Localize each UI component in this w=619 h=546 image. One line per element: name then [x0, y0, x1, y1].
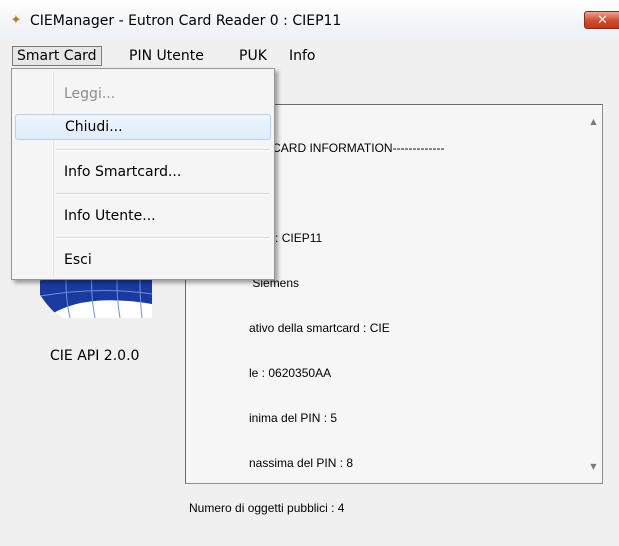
menu-pin-utente[interactable]: PIN Utente: [125, 46, 208, 66]
info-line: nassima del PIN : 8: [189, 456, 354, 470]
menu-item-info-utente[interactable]: Info Utente...: [15, 203, 271, 229]
menu-item-info-smartcard[interactable]: Info Smartcard...: [15, 159, 271, 185]
menu-item-chiudi[interactable]: Chiudi...: [15, 114, 271, 140]
close-button[interactable]: ✕: [584, 11, 619, 29]
menu-item-esci[interactable]: Esci: [15, 247, 271, 273]
smart-card-menu: Leggi... Chiudi... Info Smartcard... Inf…: [11, 68, 275, 280]
menu-bar: Smart Card PIN Utente PUK Info: [0, 40, 619, 70]
vertical-scrollbar[interactable]: ▲ ▼: [585, 105, 602, 483]
menu-item-leggi[interactable]: Leggi...: [15, 81, 271, 107]
version-label: CIE API 2.0.0: [50, 348, 140, 364]
scroll-down-arrow-icon[interactable]: ▼: [585, 458, 602, 475]
menu-puk[interactable]: PUK: [235, 46, 271, 66]
scroll-up-arrow-icon[interactable]: ▲: [585, 113, 602, 130]
info-line: inima del PIN : 5: [189, 411, 338, 425]
info-line: le : 0620350AA: [189, 366, 332, 380]
menu-separator: [56, 149, 270, 151]
menu-smart-card[interactable]: Smart Card: [12, 46, 102, 66]
info-line: Numero di oggetti pubblici : 4: [189, 501, 345, 515]
menu-info[interactable]: Info: [285, 46, 320, 66]
info-line: ativo della smartcard : CIE: [189, 321, 390, 335]
menu-separator: [56, 237, 270, 239]
menu-separator: [56, 193, 270, 195]
window-title: CIEManager - Eutron Card Reader 0 : CIEP…: [30, 13, 342, 29]
wand-icon: ✦: [10, 13, 22, 28]
title-bar: ✦ CIEManager - Eutron Card Reader 0 : CI…: [0, 0, 619, 40]
